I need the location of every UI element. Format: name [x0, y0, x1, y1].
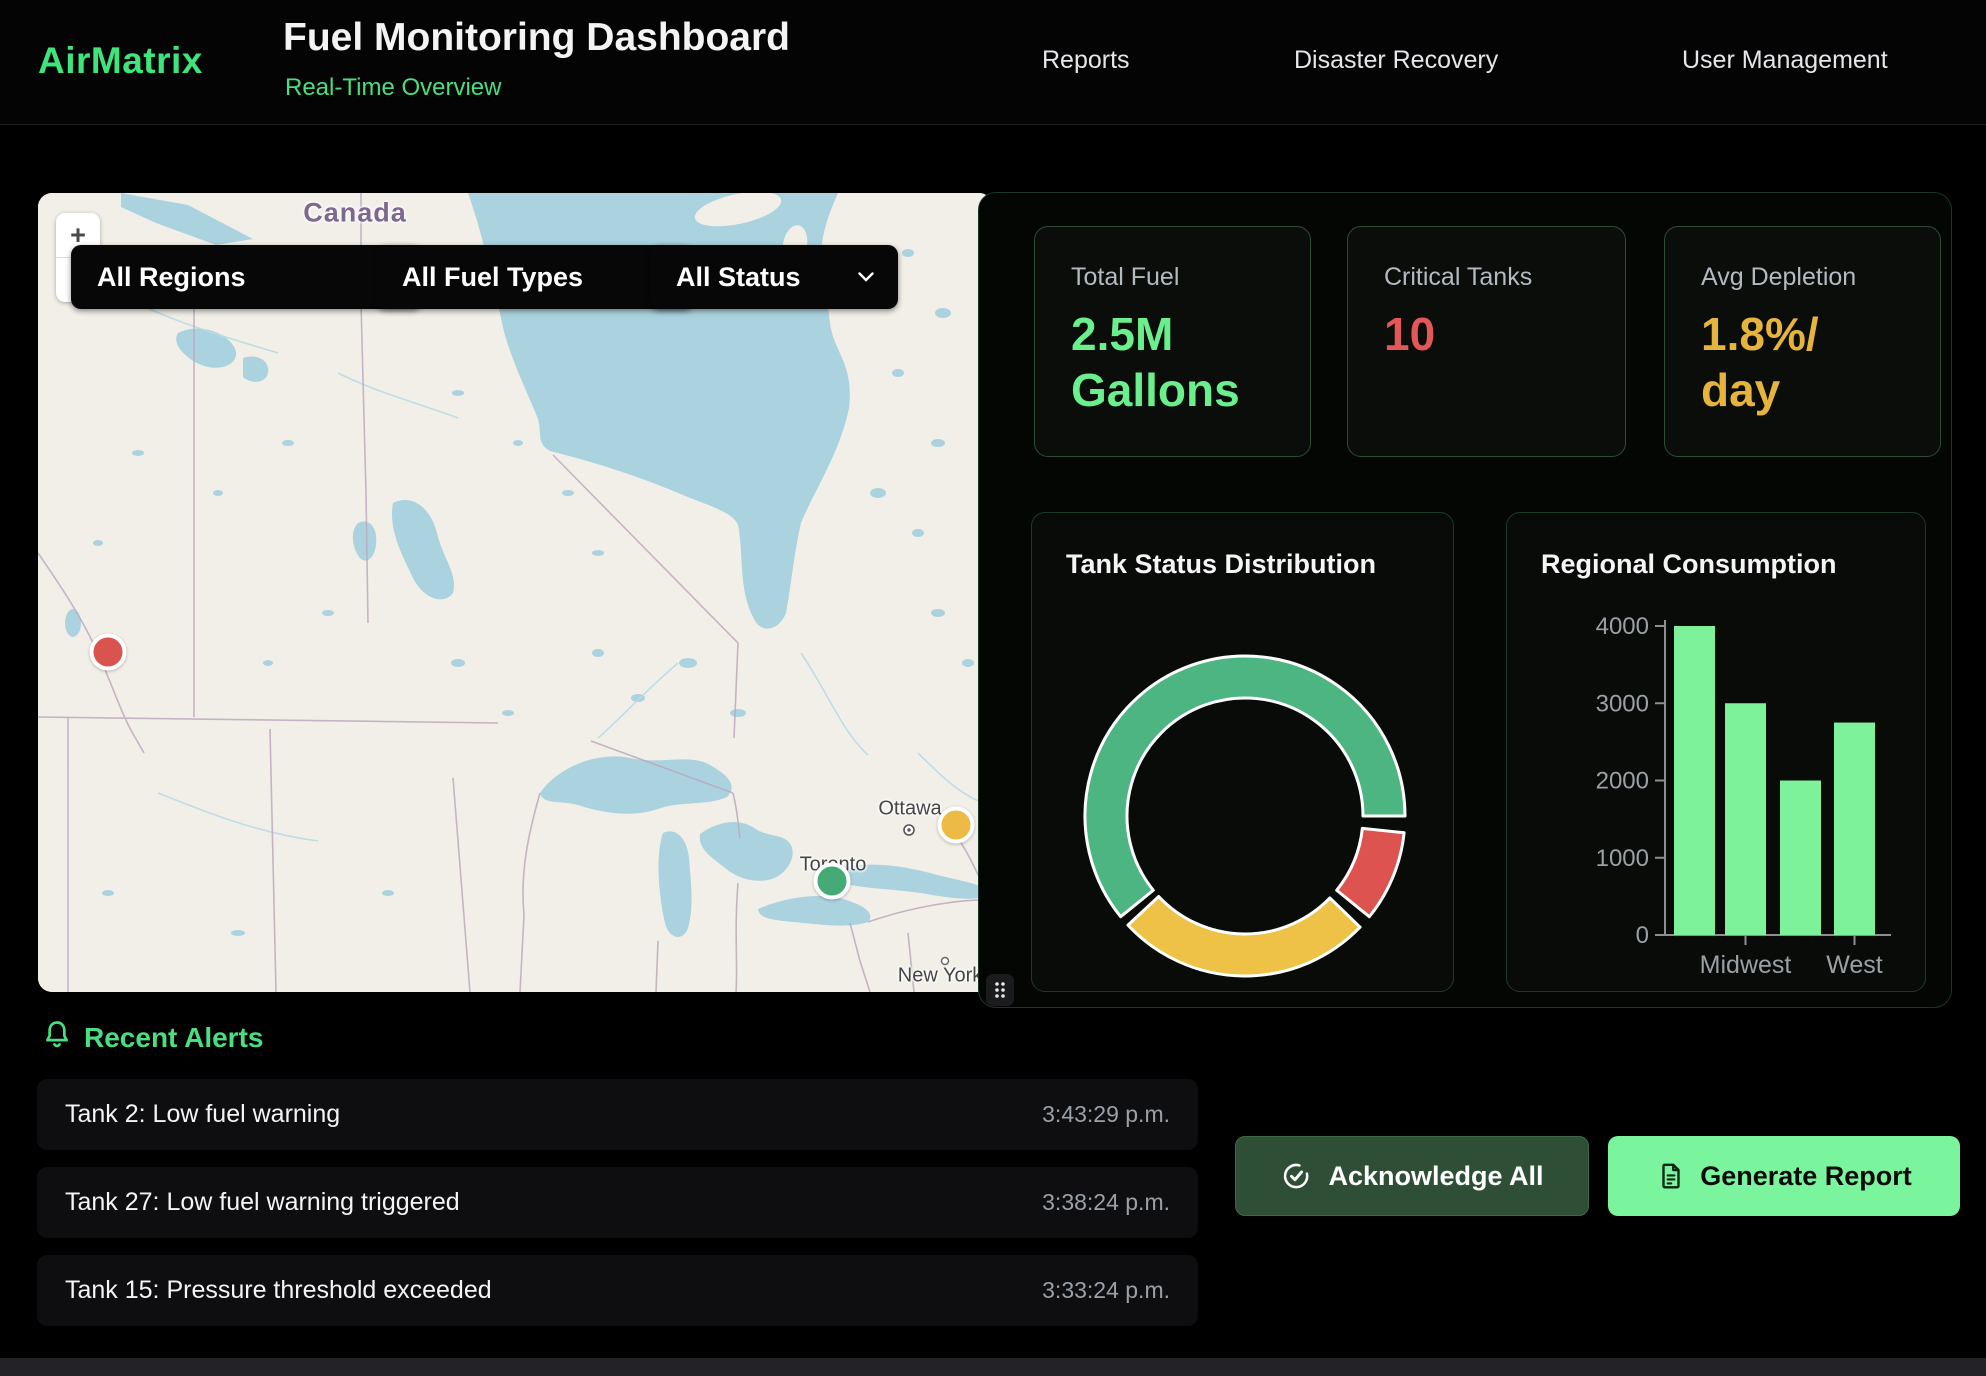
- alert-row: Tank 2: Low fuel warning 3:43:29 p.m.: [37, 1079, 1198, 1150]
- check-circle-icon: [1280, 1160, 1312, 1192]
- donut-segment-warning: [1128, 896, 1360, 976]
- y-tick-label: 1000: [1596, 845, 1649, 872]
- alert-message: Tank 27: Low fuel warning triggered: [65, 1188, 460, 1217]
- stat-label: Critical Tanks: [1384, 263, 1625, 292]
- tank-marker-warning[interactable]: [938, 807, 975, 844]
- y-tick-label: 2000: [1596, 768, 1649, 795]
- document-icon: [1656, 1161, 1686, 1191]
- regional-consumption-chart-card: 0 1000 2000 3000 4000 Midwest West Regional Co…: [1506, 512, 1926, 992]
- bar-3: [1834, 723, 1875, 935]
- nav-disaster-recovery[interactable]: Disaster Recovery: [1294, 46, 1498, 75]
- tank-status-donut-chart: [1032, 513, 1454, 992]
- y-tick-label: 4000: [1596, 613, 1649, 640]
- alert-row: Tank 27: Low fuel warning triggered 3:38…: [37, 1167, 1198, 1238]
- chevron-down-icon: [858, 272, 874, 282]
- chart-title: Tank Status Distribution: [1066, 549, 1376, 580]
- stat-label: Avg Depletion: [1701, 263, 1940, 292]
- app-logo: AirMatrix: [38, 40, 203, 82]
- alert-message: Tank 15: Pressure threshold exceeded: [65, 1276, 492, 1305]
- fuel-type-filter-label: All Fuel Types: [402, 262, 583, 293]
- y-tick-label: 0: [1636, 922, 1649, 949]
- stat-value: 10: [1384, 306, 1625, 362]
- stat-card-critical-tanks: Critical Tanks 10: [1347, 226, 1626, 457]
- generate-report-label: Generate Report: [1700, 1161, 1912, 1192]
- donut-segment-critical: [1337, 828, 1404, 916]
- stat-card-total-fuel: Total Fuel 2.5M Gallons: [1034, 226, 1311, 457]
- bell-icon: [40, 1018, 74, 1052]
- nav-reports[interactable]: Reports: [1042, 46, 1130, 75]
- regional-consumption-bar-chart: 0 1000 2000 3000 4000 Midwest West: [1507, 513, 1926, 992]
- generate-report-button[interactable]: Generate Report: [1608, 1136, 1960, 1216]
- tank-marker-critical[interactable]: [90, 634, 127, 671]
- fuel-type-filter-dropdown[interactable]: All Fuel Types: [376, 245, 694, 309]
- page-subtitle: Real-Time Overview: [285, 74, 501, 102]
- y-tick-label: 3000: [1596, 690, 1649, 717]
- alert-message: Tank 2: Low fuel warning: [65, 1100, 340, 1129]
- alert-row: Tank 15: Pressure threshold exceeded 3:3…: [37, 1255, 1198, 1326]
- acknowledge-all-button[interactable]: Acknowledge All: [1235, 1136, 1589, 1216]
- stat-value: 2.5M Gallons: [1071, 306, 1310, 418]
- page-title: Fuel Monitoring Dashboard: [283, 16, 790, 60]
- x-tick-label: Midwest: [1700, 951, 1792, 979]
- bar-2: [1780, 781, 1821, 936]
- city-dots: [38, 193, 993, 992]
- alert-timestamp: 3:33:24 p.m.: [1042, 1277, 1170, 1304]
- x-tick-label: West: [1826, 951, 1883, 979]
- bottom-scrollbar[interactable]: [0, 1358, 1986, 1376]
- app-header: AirMatrix Fuel Monitoring Dashboard Real…: [0, 0, 1986, 125]
- fuel-map[interactable]: Canada Ottawa Toronto New York + − All R…: [38, 193, 993, 992]
- status-filter-label: All Status: [676, 262, 801, 293]
- nav-user-management[interactable]: User Management: [1682, 46, 1888, 75]
- region-filter-dropdown[interactable]: All Regions: [71, 245, 422, 309]
- tank-status-chart-card: Tank Status Distribution: [1031, 512, 1454, 992]
- tank-marker-normal[interactable]: [814, 863, 851, 900]
- acknowledge-all-label: Acknowledge All: [1328, 1161, 1543, 1192]
- metrics-panel: Total Fuel 2.5M Gallons Critical Tanks 1…: [978, 192, 1952, 1008]
- stat-card-avg-depletion: Avg Depletion 1.8%/ day: [1664, 226, 1941, 457]
- dashboard: AirMatrix Fuel Monitoring Dashboard Real…: [0, 0, 1986, 1376]
- bar-0: [1674, 626, 1715, 935]
- stat-value: 1.8%/ day: [1701, 306, 1940, 418]
- alerts-heading: Recent Alerts: [84, 1022, 263, 1054]
- bar-1: [1725, 703, 1766, 935]
- status-filter-dropdown[interactable]: All Status: [650, 245, 898, 309]
- resize-grip-icon[interactable]: [986, 974, 1014, 1006]
- alert-timestamp: 3:43:29 p.m.: [1042, 1101, 1170, 1128]
- stat-label: Total Fuel: [1071, 263, 1310, 292]
- region-filter-label: All Regions: [97, 262, 246, 293]
- alert-timestamp: 3:38:24 p.m.: [1042, 1189, 1170, 1216]
- chart-title: Regional Consumption: [1541, 549, 1836, 580]
